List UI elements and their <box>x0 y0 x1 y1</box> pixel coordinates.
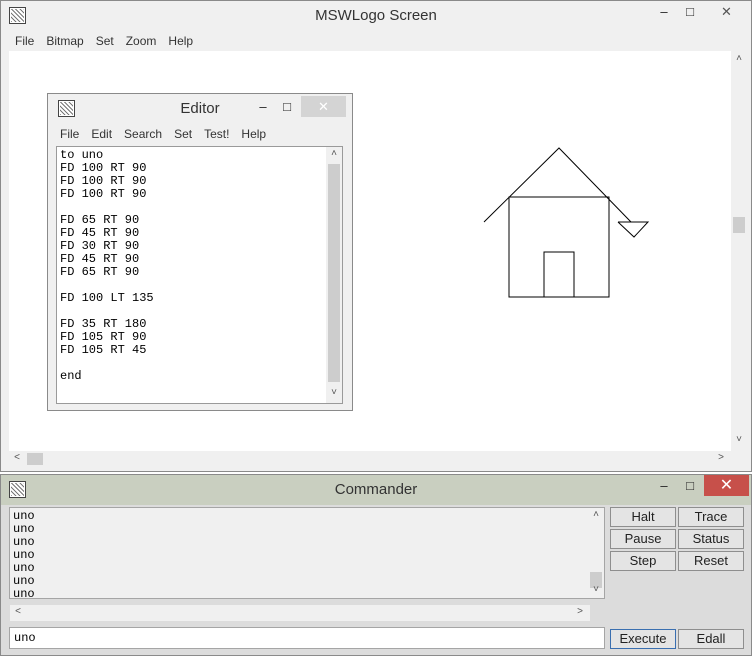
trace-button[interactable]: Trace <box>678 507 744 527</box>
editor-minimize-icon[interactable]: – <box>252 96 274 117</box>
history-scroll-left-icon[interactable]: ˂ <box>10 606 26 617</box>
editor-menu-set[interactable]: Set <box>168 124 198 144</box>
commander-title: Commander <box>334 481 418 498</box>
editor-titlebar[interactable]: Editor – □ ✕ <box>48 94 352 122</box>
menu-bitmap[interactable]: Bitmap <box>40 31 89 51</box>
pause-button[interactable]: Pause <box>610 529 676 549</box>
execute-button[interactable]: Execute <box>610 629 676 649</box>
editor-menubar: File Edit Search Set Test! Help <box>54 124 344 144</box>
history-scroll-down-icon[interactable]: ˅ <box>588 584 604 595</box>
editor-window: Editor – □ ✕ File Edit Search Set Test! … <box>47 93 353 411</box>
house-body <box>508 196 610 298</box>
halt-button[interactable]: Halt <box>610 507 676 527</box>
step-button[interactable]: Step <box>610 551 676 571</box>
editor-maximize-icon[interactable]: □ <box>276 96 298 117</box>
close-icon[interactable]: ✕ <box>704 1 749 22</box>
turtle-icon <box>617 221 650 238</box>
command-input[interactable]: uno <box>9 627 605 649</box>
house-door <box>543 251 575 298</box>
editor-menu-file[interactable]: File <box>54 124 85 144</box>
editor-menu-edit[interactable]: Edit <box>85 124 118 144</box>
status-button[interactable]: Status <box>678 529 744 549</box>
editor-menu-search[interactable]: Search <box>118 124 168 144</box>
vertical-scroll-thumb[interactable] <box>733 217 745 233</box>
commander-window: Commander – □ ✕ uno uno uno uno uno uno … <box>0 474 752 656</box>
reset-button[interactable]: Reset <box>678 551 744 571</box>
scroll-down-icon[interactable]: ˅ <box>731 434 747 445</box>
menu-set[interactable]: Set <box>90 31 120 51</box>
editor-textarea[interactable]: to uno FD 100 RT 90 FD 100 RT 90 FD 100 … <box>56 146 343 404</box>
main-title: MSWLogo Screen <box>315 7 437 24</box>
editor-vertical-scrollbar[interactable]: ˄ ˅ <box>326 147 342 403</box>
command-history[interactable]: uno uno uno uno uno uno uno ˄ ˅ <box>9 507 605 599</box>
history-horizontal-scrollbar[interactable]: ˂ ˃ <box>10 605 590 621</box>
maximize-icon[interactable]: □ <box>677 1 703 22</box>
main-vertical-scrollbar[interactable]: ˄ ˅ <box>731 51 747 451</box>
scroll-left-icon[interactable]: ˂ <box>9 452 25 463</box>
editor-menu-help[interactable]: Help <box>235 124 272 144</box>
history-scroll-up-icon[interactable]: ˄ <box>588 509 604 520</box>
main-menubar: File Bitmap Set Zoom Help <box>9 31 743 51</box>
history-scroll-right-icon[interactable]: ˃ <box>572 606 588 617</box>
commander-close-icon[interactable]: ✕ <box>704 475 749 496</box>
commander-titlebar[interactable]: Commander – □ ✕ <box>1 475 751 505</box>
commander-maximize-icon[interactable]: □ <box>677 475 703 496</box>
horizontal-scroll-thumb[interactable] <box>27 453 43 465</box>
edall-button[interactable]: Edall <box>678 629 744 649</box>
scroll-right-icon[interactable]: ˃ <box>713 452 729 463</box>
menu-file[interactable]: File <box>9 31 40 51</box>
scroll-up-icon[interactable]: ˄ <box>731 53 747 64</box>
commander-minimize-icon[interactable]: – <box>651 475 677 496</box>
editor-code: to uno FD 100 RT 90 FD 100 RT 90 FD 100 … <box>60 148 154 383</box>
editor-scroll-up-icon[interactable]: ˄ <box>326 148 342 159</box>
editor-close-icon[interactable]: ✕ <box>301 96 346 117</box>
editor-menu-test[interactable]: Test! <box>198 124 235 144</box>
editor-scroll-down-icon[interactable]: ˅ <box>326 387 342 398</box>
editor-scroll-thumb[interactable] <box>328 164 340 382</box>
menu-help[interactable]: Help <box>162 31 199 51</box>
main-titlebar[interactable]: MSWLogo Screen – □ ✕ <box>1 1 751 31</box>
menu-zoom[interactable]: Zoom <box>120 31 163 51</box>
main-horizontal-scrollbar[interactable]: ˂ ˃ <box>9 451 731 467</box>
history-lines: uno uno uno uno uno uno uno <box>13 509 35 599</box>
history-vertical-scrollbar[interactable]: ˄ ˅ <box>588 508 604 598</box>
minimize-icon[interactable]: – <box>651 1 677 22</box>
editor-app-icon[interactable] <box>58 100 75 117</box>
